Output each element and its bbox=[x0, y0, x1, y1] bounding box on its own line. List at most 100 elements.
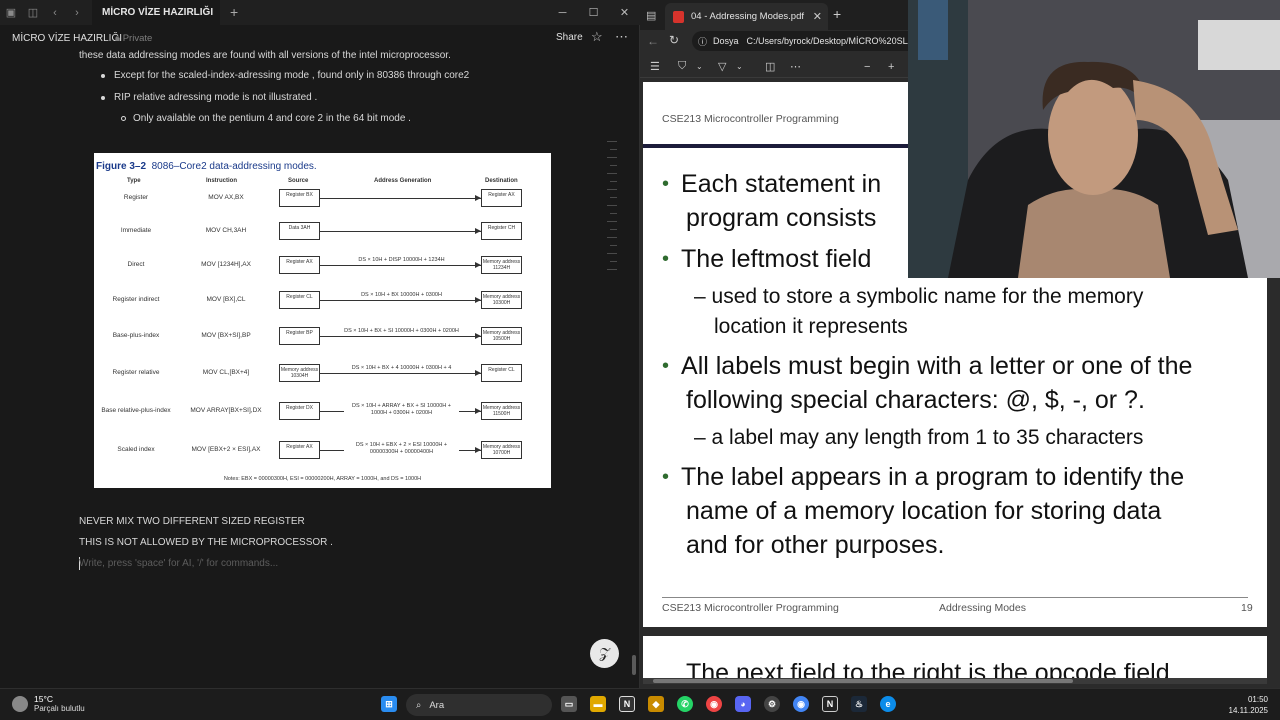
row-type: Direct bbox=[127, 261, 145, 268]
maximize-icon[interactable]: ☐ bbox=[578, 0, 609, 25]
editor-placeholder[interactable]: Write, press 'space' for AI, '/' for com… bbox=[79, 558, 278, 569]
addressing-modes-figure[interactable]: Figure 3–2 8086–Core2 data-addressing mo… bbox=[94, 153, 551, 488]
taskbar: 15°C Parçalı bulutlu ⊞ ⌕ Ara ▭ ▬ N ◆ ✆ ◉ … bbox=[0, 688, 1280, 720]
new-tab-icon[interactable]: + bbox=[230, 4, 238, 20]
scrollbar-thumb[interactable] bbox=[653, 679, 1073, 683]
toc-line bbox=[610, 165, 617, 166]
figure-row: Register MOV AX,BX Register BX Register … bbox=[94, 187, 551, 211]
tab-actions-icon[interactable]: ▤ bbox=[646, 9, 656, 22]
sidebar-toggle-icon[interactable]: ◫ bbox=[22, 0, 44, 25]
toc-line bbox=[607, 269, 617, 270]
close-tab-icon[interactable]: ✕ bbox=[813, 10, 822, 23]
slide-header: CSE213 Microcontroller Programming bbox=[662, 113, 839, 125]
notion-app-icon[interactable]: ▣ bbox=[0, 0, 22, 25]
breadcrumb[interactable]: MİCRO VİZE HAZIRLIĞI bbox=[12, 33, 122, 44]
task-view-icon[interactable]: ▭ bbox=[561, 696, 577, 712]
chevron-down-icon[interactable]: ⌄ bbox=[696, 62, 703, 71]
figure-row: Base relative-plus-index MOV ARRAY[BX+SI… bbox=[94, 400, 551, 424]
minimize-icon[interactable]: ─ bbox=[547, 0, 578, 25]
toc-line bbox=[607, 205, 617, 206]
draw-icon[interactable]: ▽ bbox=[718, 60, 726, 73]
edge-icon[interactable]: e bbox=[880, 696, 896, 712]
toc-line bbox=[610, 181, 617, 182]
destination-box: Memory address 10300H bbox=[481, 291, 522, 309]
address-generation: DS × 10H + DISP 10000H + 1234H bbox=[344, 257, 459, 264]
figure-row: Direct MOV [1234H],AX DS × 10H + DISP 10… bbox=[94, 254, 551, 278]
zoom-in-icon[interactable]: + bbox=[888, 61, 894, 73]
taskbar-search[interactable]: ⌕ Ara bbox=[406, 694, 552, 716]
windows-start-icon[interactable]: ⊞ bbox=[381, 696, 397, 712]
bullet-text-2: RIP relative adressing mode is not illus… bbox=[114, 92, 318, 103]
toc-line bbox=[610, 149, 617, 150]
address-generation: DS × 10H + EBX + 2 × ESI 10000H + 000003… bbox=[344, 442, 459, 456]
file-explorer-icon[interactable]: ▬ bbox=[590, 696, 606, 712]
scrollbar-thumb[interactable] bbox=[632, 655, 636, 675]
sub-bullet-dot bbox=[121, 116, 126, 121]
more-options-icon[interactable]: ⋯ bbox=[615, 29, 628, 45]
source-box: Register BX bbox=[279, 189, 320, 207]
clock[interactable]: 01:50 14.11.2025 bbox=[1229, 694, 1268, 716]
more-options-icon[interactable]: ⋯ bbox=[790, 60, 801, 73]
toc-line bbox=[607, 221, 617, 222]
discord-icon[interactable]: ◕ bbox=[735, 696, 751, 712]
row-type: Register bbox=[123, 194, 149, 201]
notion-app-icon[interactable]: N bbox=[822, 696, 838, 712]
weather-widget[interactable]: 15°C Parçalı bulutlu bbox=[12, 694, 85, 713]
chrome-icon[interactable]: ◉ bbox=[706, 696, 722, 712]
row-type: Base relative-plus-index bbox=[101, 407, 171, 414]
arrow bbox=[320, 262, 481, 268]
horizontal-scrollbar[interactable] bbox=[643, 678, 1267, 684]
slide-footer-left: CSE213 Microcontroller Programming bbox=[662, 602, 839, 614]
favorite-star-icon[interactable]: ☆ bbox=[591, 29, 603, 45]
zoom-out-icon[interactable]: − bbox=[864, 61, 870, 73]
chevron-down-icon[interactable]: ⌄ bbox=[736, 62, 743, 71]
share-button[interactable]: Share bbox=[556, 32, 583, 43]
bullet-dot: • bbox=[662, 248, 670, 270]
new-tab-icon[interactable]: + bbox=[833, 6, 841, 22]
privacy-badge[interactable]: 🔒︎ Private bbox=[115, 33, 152, 44]
slide-bullet-cont: name of a memory location for storing da… bbox=[686, 497, 1162, 525]
figure-row: Scaled index MOV [EBX+2 × ESI],AX DS × 1… bbox=[94, 439, 551, 463]
date: 14.11.2025 bbox=[1228, 706, 1268, 715]
notion-ai-button[interactable]: 𝒵 bbox=[590, 639, 619, 668]
notion-titlebar: ▣ ◫ ‹ › MİCRO VİZE HAZIRLIĞI + ─ ☐ ✕ bbox=[0, 0, 640, 25]
row-type: Base-plus-index bbox=[112, 332, 160, 339]
contents-icon[interactable]: ☰ bbox=[650, 60, 660, 73]
url-bar[interactable]: ⓘ Dosya C:/Users/byrock/Desktop/MİCRO%20… bbox=[692, 31, 932, 51]
toc-line bbox=[610, 229, 617, 230]
refresh-icon[interactable]: ↻ bbox=[669, 33, 679, 47]
notion-app-icon[interactable]: N bbox=[619, 696, 635, 712]
settings-gear-icon[interactable]: ⚙ bbox=[764, 696, 780, 712]
bullet-dot: • bbox=[662, 466, 670, 488]
table-of-contents-minimap[interactable] bbox=[607, 141, 617, 277]
app-icon[interactable]: ◆ bbox=[648, 696, 664, 712]
back-arrow-icon[interactable]: ← bbox=[647, 34, 659, 48]
url-scheme: Dosya bbox=[713, 36, 739, 46]
lock-icon: 🔒︎ bbox=[115, 33, 121, 44]
steam-icon[interactable]: ♨ bbox=[851, 696, 867, 712]
toc-line bbox=[610, 197, 617, 198]
toc-line bbox=[607, 237, 617, 238]
slide-bullet: • Each statement in bbox=[662, 167, 881, 203]
figure-number: Figure 3–2 bbox=[96, 161, 147, 172]
slide-bullet-cont: program consists bbox=[686, 204, 877, 232]
whatsapp-icon[interactable]: ✆ bbox=[677, 696, 693, 712]
back-arrow-icon[interactable]: ‹ bbox=[44, 0, 66, 25]
source-box: Register CL bbox=[279, 291, 320, 309]
source-box: Register BP bbox=[279, 327, 320, 345]
highlight-icon[interactable]: ⛉ bbox=[678, 60, 686, 73]
notion-window: ▣ ◫ ‹ › MİCRO VİZE HAZIRLIĞI + ─ ☐ ✕ MİC… bbox=[0, 0, 640, 688]
pdf-tab[interactable]: 04 - Addressing Modes.pdf ✕ bbox=[665, 3, 828, 30]
row-type: Immediate bbox=[120, 227, 152, 234]
chrome-profile-icon[interactable]: ◉ bbox=[793, 696, 809, 712]
notion-tab[interactable]: MİCRO VİZE HAZIRLIĞI bbox=[92, 0, 220, 25]
page-view-icon[interactable]: ◫ bbox=[765, 60, 775, 73]
pdf-file-icon bbox=[673, 10, 684, 23]
destination-box: Memory address 11500H bbox=[481, 402, 522, 420]
cloud-icon bbox=[12, 695, 28, 712]
close-icon[interactable]: ✕ bbox=[609, 0, 640, 25]
col-address-generation: Address Generation bbox=[374, 178, 432, 184]
address-generation: DS × 10H + BX + SI 10000H + 0300H + 0200… bbox=[344, 328, 459, 335]
forward-arrow-icon[interactable]: › bbox=[66, 0, 88, 25]
source-box: Register AX bbox=[279, 256, 320, 274]
